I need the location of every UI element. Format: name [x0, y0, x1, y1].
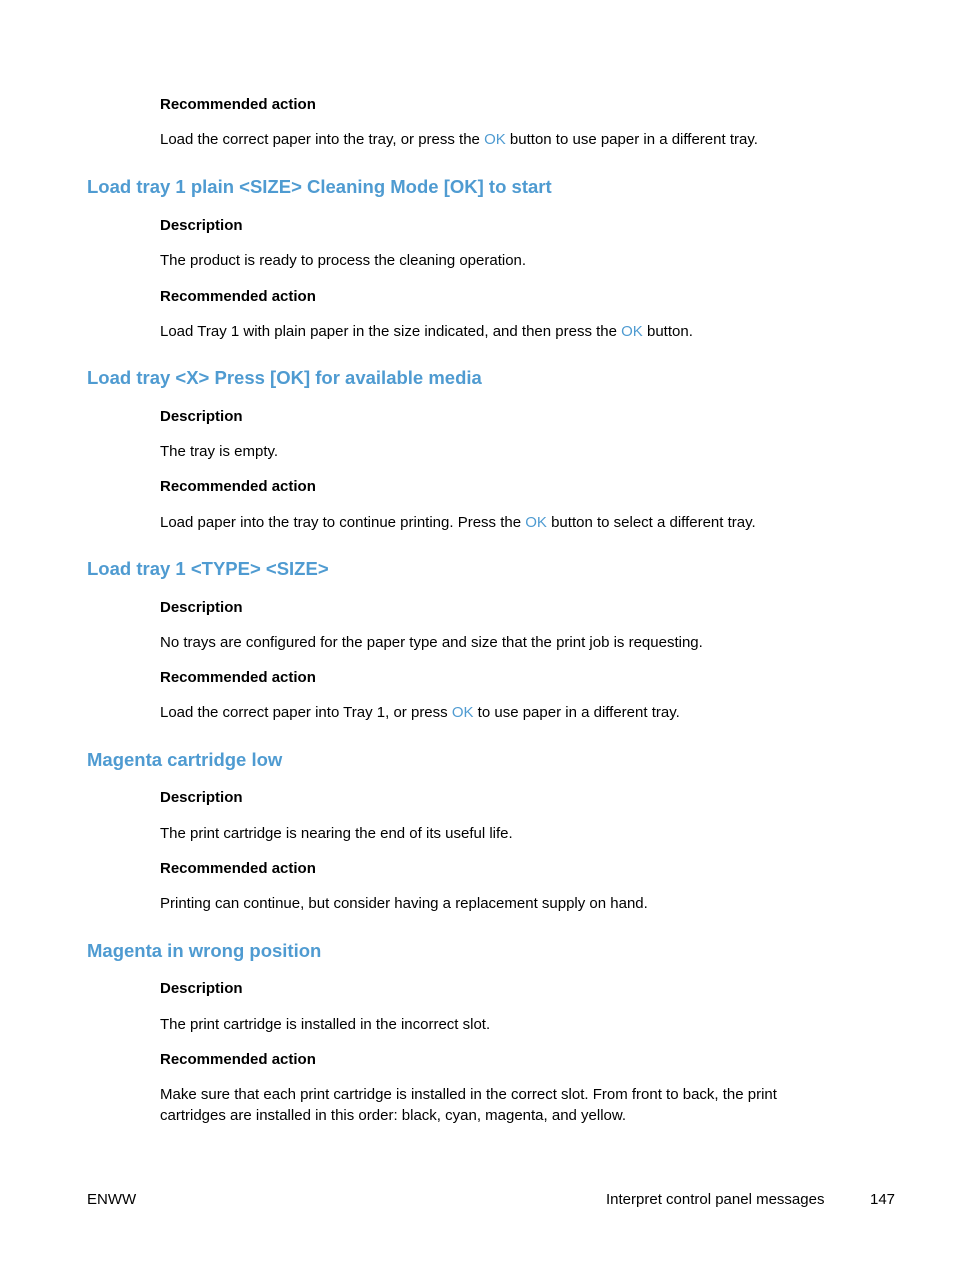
text-segment: button to use paper in a different tray. [505, 131, 758, 148]
text-segment: Load Tray 1 with plain paper in the size… [160, 323, 622, 340]
description-label: Description [160, 217, 243, 234]
recommended-action-label: Recommended action [160, 478, 316, 495]
description-label: Description [160, 599, 243, 616]
description-label: Description [160, 980, 243, 997]
description-label: Description [160, 789, 243, 806]
footer-locale: ENWW [87, 1191, 137, 1208]
text-segment: Load the correct paper into Tray 1, or p… [160, 704, 452, 721]
ok-button-ref: OK [484, 131, 506, 148]
text-segment: Load the correct paper into the tray, or… [160, 131, 485, 148]
description-text: The product is ready to process the clea… [160, 252, 527, 269]
recommended-action-label: Recommended action [160, 669, 316, 686]
section-heading: Magenta cartridge low [87, 749, 283, 770]
section-heading: Magenta in wrong position [87, 940, 322, 961]
page-number: 147 [870, 1191, 896, 1208]
recommended-action-text: Load the correct paper into Tray 1, or p… [160, 702, 680, 723]
document-page: Recommended action Load the correct pape… [0, 0, 954, 1270]
recommended-action-label: Recommended action [160, 860, 316, 877]
footer-section-title: Interpret control panel messages [606, 1191, 825, 1208]
recommended-action-text: Printing can continue, but consider havi… [160, 895, 648, 912]
description-text: The print cartridge is nearing the end o… [160, 825, 513, 842]
section-heading: Load tray <X> Press [OK] for available m… [87, 367, 482, 388]
description-text: The tray is empty. [160, 443, 279, 460]
recommended-action-label: Recommended action [160, 96, 316, 113]
recommended-action-text: Load the correct paper into the tray, or… [160, 131, 758, 148]
recommended-action-label: Recommended action [160, 1051, 316, 1068]
text-segment: button. [642, 323, 693, 340]
description-label: Description [160, 408, 243, 425]
text-segment: Load paper into the tray to continue pri… [160, 514, 526, 531]
ok-button-ref: OK [451, 704, 474, 721]
text-segment: to use paper in a different tray. [473, 704, 680, 721]
ok-button-ref: OK [525, 514, 547, 531]
text-segment: button to select a different tray. [546, 514, 756, 531]
recommended-action-text: Make sure that each print cartridge is i… [160, 1086, 777, 1124]
section-heading: Load tray 1 plain <SIZE> Cleaning Mode [… [87, 176, 552, 197]
description-text: The print cartridge is installed in the … [160, 1016, 491, 1033]
ok-button-ref: OK [621, 323, 643, 340]
recommended-action-label: Recommended action [160, 288, 316, 305]
recommended-action-text: Load Tray 1 with plain paper in the size… [160, 321, 693, 342]
section-heading: Load tray 1 <TYPE> <SIZE> [87, 558, 329, 579]
description-text: No trays are configured for the paper ty… [160, 634, 703, 651]
recommended-action-text: Load paper into the tray to continue pri… [160, 512, 756, 533]
